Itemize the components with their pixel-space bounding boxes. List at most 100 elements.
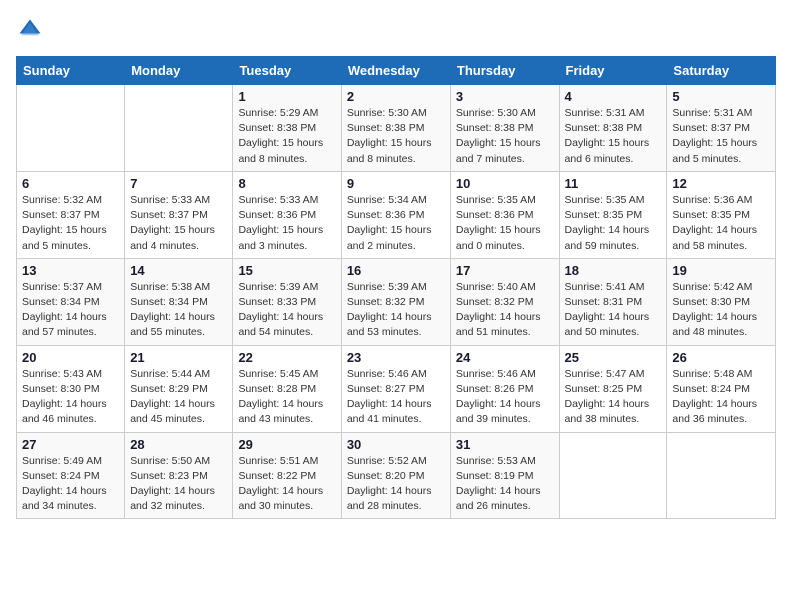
day-number: 13 [22, 263, 119, 278]
day-info: Sunrise: 5:41 AM Sunset: 8:31 PM Dayligh… [565, 280, 662, 341]
day-info: Sunrise: 5:52 AM Sunset: 8:20 PM Dayligh… [347, 454, 445, 515]
day-info: Sunrise: 5:30 AM Sunset: 8:38 PM Dayligh… [456, 106, 554, 167]
day-number: 17 [456, 263, 554, 278]
day-number: 19 [672, 263, 770, 278]
calendar-cell: 9 Sunrise: 5:34 AM Sunset: 8:36 PM Daylig… [341, 171, 450, 258]
day-number: 26 [672, 350, 770, 365]
calendar-cell: 30 Sunrise: 5:52 AM Sunset: 8:20 PM Dayli… [341, 432, 450, 519]
calendar-cell: 7Sunrise: 5:33 AM Sunset: 8:37 PM Daylig… [125, 171, 233, 258]
calendar-cell: 5Sunrise: 5:31 AM Sunset: 8:37 PM Daylig… [667, 85, 776, 172]
day-number: 3 [456, 89, 554, 104]
calendar-cell: 27 Sunrise: 5:49 AM Sunset: 8:24 PM Dayli… [17, 432, 125, 519]
calendar-cell: 29 Sunrise: 5:51 AM Sunset: 8:22 PM Dayli… [233, 432, 341, 519]
day-info: Sunrise: 5:40 AM Sunset: 8:32 PM Dayligh… [456, 280, 554, 341]
day-info: Sunrise: 5:51 AM Sunset: 8:22 PM Dayligh… [238, 454, 335, 515]
day-info: Sunrise: 5:32 AM Sunset: 8:37 PM Dayligh… [22, 193, 119, 254]
day-number: 6 [22, 176, 119, 191]
calendar-cell: 10Sunrise: 5:35 AM Sunset: 8:36 PM Dayli… [450, 171, 559, 258]
calendar-cell: 1 Sunrise: 5:29 AM Sunset: 8:38 PM Daylig… [233, 85, 341, 172]
weekday-header-thursday: Thursday [450, 57, 559, 85]
day-number: 2 [347, 89, 445, 104]
day-info: Sunrise: 5:37 AM Sunset: 8:34 PM Dayligh… [22, 280, 119, 341]
day-number: 4 [565, 89, 662, 104]
day-number: 1 [238, 89, 335, 104]
day-info: Sunrise: 5:49 AM Sunset: 8:24 PM Dayligh… [22, 454, 119, 515]
weekday-header-monday: Monday [125, 57, 233, 85]
calendar-cell: 6 Sunrise: 5:32 AM Sunset: 8:37 PM Daylig… [17, 171, 125, 258]
weekday-header-sunday: Sunday [17, 57, 125, 85]
day-number: 12 [672, 176, 770, 191]
day-info: Sunrise: 5:34 AM Sunset: 8:36 PM Dayligh… [347, 193, 445, 254]
calendar-week-row: 13 Sunrise: 5:37 AM Sunset: 8:34 PM Dayli… [17, 258, 776, 345]
calendar-table: SundayMondayTuesdayWednesdayThursdayFrid… [16, 56, 776, 519]
day-info: Sunrise: 5:44 AM Sunset: 8:29 PM Dayligh… [130, 367, 227, 428]
weekday-header-wednesday: Wednesday [341, 57, 450, 85]
day-number: 10 [456, 176, 554, 191]
day-number: 14 [130, 263, 227, 278]
day-info: Sunrise: 5:29 AM Sunset: 8:38 PM Dayligh… [238, 106, 335, 167]
day-number: 5 [672, 89, 770, 104]
day-info: Sunrise: 5:48 AM Sunset: 8:24 PM Dayligh… [672, 367, 770, 428]
calendar-cell: 16 Sunrise: 5:39 AM Sunset: 8:32 PM Dayli… [341, 258, 450, 345]
day-info: Sunrise: 5:36 AM Sunset: 8:35 PM Dayligh… [672, 193, 770, 254]
day-number: 30 [347, 437, 445, 452]
calendar-cell: 13 Sunrise: 5:37 AM Sunset: 8:34 PM Dayli… [17, 258, 125, 345]
calendar-cell [125, 85, 233, 172]
day-info: Sunrise: 5:39 AM Sunset: 8:32 PM Dayligh… [347, 280, 445, 341]
calendar-cell: 15 Sunrise: 5:39 AM Sunset: 8:33 PM Dayli… [233, 258, 341, 345]
day-number: 11 [565, 176, 662, 191]
day-info: Sunrise: 5:42 AM Sunset: 8:30 PM Dayligh… [672, 280, 770, 341]
day-number: 27 [22, 437, 119, 452]
calendar-week-row: 27 Sunrise: 5:49 AM Sunset: 8:24 PM Dayli… [17, 432, 776, 519]
calendar-cell [667, 432, 776, 519]
day-number: 31 [456, 437, 554, 452]
day-info: Sunrise: 5:30 AM Sunset: 8:38 PM Dayligh… [347, 106, 445, 167]
calendar-cell: 4Sunrise: 5:31 AM Sunset: 8:38 PM Daylig… [559, 85, 667, 172]
day-info: Sunrise: 5:33 AM Sunset: 8:36 PM Dayligh… [238, 193, 335, 254]
day-info: Sunrise: 5:39 AM Sunset: 8:33 PM Dayligh… [238, 280, 335, 341]
day-number: 28 [130, 437, 227, 452]
logo-icon [16, 16, 44, 44]
logo [16, 16, 48, 44]
calendar-cell: 12 Sunrise: 5:36 AM Sunset: 8:35 PM Dayli… [667, 171, 776, 258]
day-info: Sunrise: 5:50 AM Sunset: 8:23 PM Dayligh… [130, 454, 227, 515]
calendar-cell: 17 Sunrise: 5:40 AM Sunset: 8:32 PM Dayli… [450, 258, 559, 345]
day-number: 21 [130, 350, 227, 365]
day-number: 29 [238, 437, 335, 452]
calendar-cell: 11Sunrise: 5:35 AM Sunset: 8:35 PM Dayli… [559, 171, 667, 258]
calendar-cell: 24 Sunrise: 5:46 AM Sunset: 8:26 PM Dayli… [450, 345, 559, 432]
calendar-cell [559, 432, 667, 519]
day-number: 8 [238, 176, 335, 191]
day-number: 22 [238, 350, 335, 365]
day-number: 24 [456, 350, 554, 365]
calendar-cell: 14 Sunrise: 5:38 AM Sunset: 8:34 PM Dayli… [125, 258, 233, 345]
page-header [16, 16, 776, 44]
day-info: Sunrise: 5:38 AM Sunset: 8:34 PM Dayligh… [130, 280, 227, 341]
day-number: 18 [565, 263, 662, 278]
weekday-header-saturday: Saturday [667, 57, 776, 85]
day-info: Sunrise: 5:53 AM Sunset: 8:19 PM Dayligh… [456, 454, 554, 515]
day-number: 23 [347, 350, 445, 365]
calendar-cell: 8 Sunrise: 5:33 AM Sunset: 8:36 PM Daylig… [233, 171, 341, 258]
day-info: Sunrise: 5:46 AM Sunset: 8:27 PM Dayligh… [347, 367, 445, 428]
calendar-cell: 26 Sunrise: 5:48 AM Sunset: 8:24 PM Dayli… [667, 345, 776, 432]
calendar-cell: 20 Sunrise: 5:43 AM Sunset: 8:30 PM Dayli… [17, 345, 125, 432]
day-number: 25 [565, 350, 662, 365]
day-number: 16 [347, 263, 445, 278]
calendar-cell: 22Sunrise: 5:45 AM Sunset: 8:28 PM Dayli… [233, 345, 341, 432]
day-info: Sunrise: 5:33 AM Sunset: 8:37 PM Dayligh… [130, 193, 227, 254]
day-number: 20 [22, 350, 119, 365]
day-number: 9 [347, 176, 445, 191]
calendar-week-row: 1 Sunrise: 5:29 AM Sunset: 8:38 PM Daylig… [17, 85, 776, 172]
calendar-cell: 23 Sunrise: 5:46 AM Sunset: 8:27 PM Dayli… [341, 345, 450, 432]
calendar-cell: 2 Sunrise: 5:30 AM Sunset: 8:38 PM Daylig… [341, 85, 450, 172]
calendar-cell: 3 Sunrise: 5:30 AM Sunset: 8:38 PM Daylig… [450, 85, 559, 172]
weekday-header-friday: Friday [559, 57, 667, 85]
calendar-cell: 31 Sunrise: 5:53 AM Sunset: 8:19 PM Dayli… [450, 432, 559, 519]
day-number: 15 [238, 263, 335, 278]
day-info: Sunrise: 5:43 AM Sunset: 8:30 PM Dayligh… [22, 367, 119, 428]
day-info: Sunrise: 5:46 AM Sunset: 8:26 PM Dayligh… [456, 367, 554, 428]
day-info: Sunrise: 5:47 AM Sunset: 8:25 PM Dayligh… [565, 367, 662, 428]
calendar-week-row: 20 Sunrise: 5:43 AM Sunset: 8:30 PM Dayli… [17, 345, 776, 432]
calendar-cell: 18 Sunrise: 5:41 AM Sunset: 8:31 PM Dayli… [559, 258, 667, 345]
